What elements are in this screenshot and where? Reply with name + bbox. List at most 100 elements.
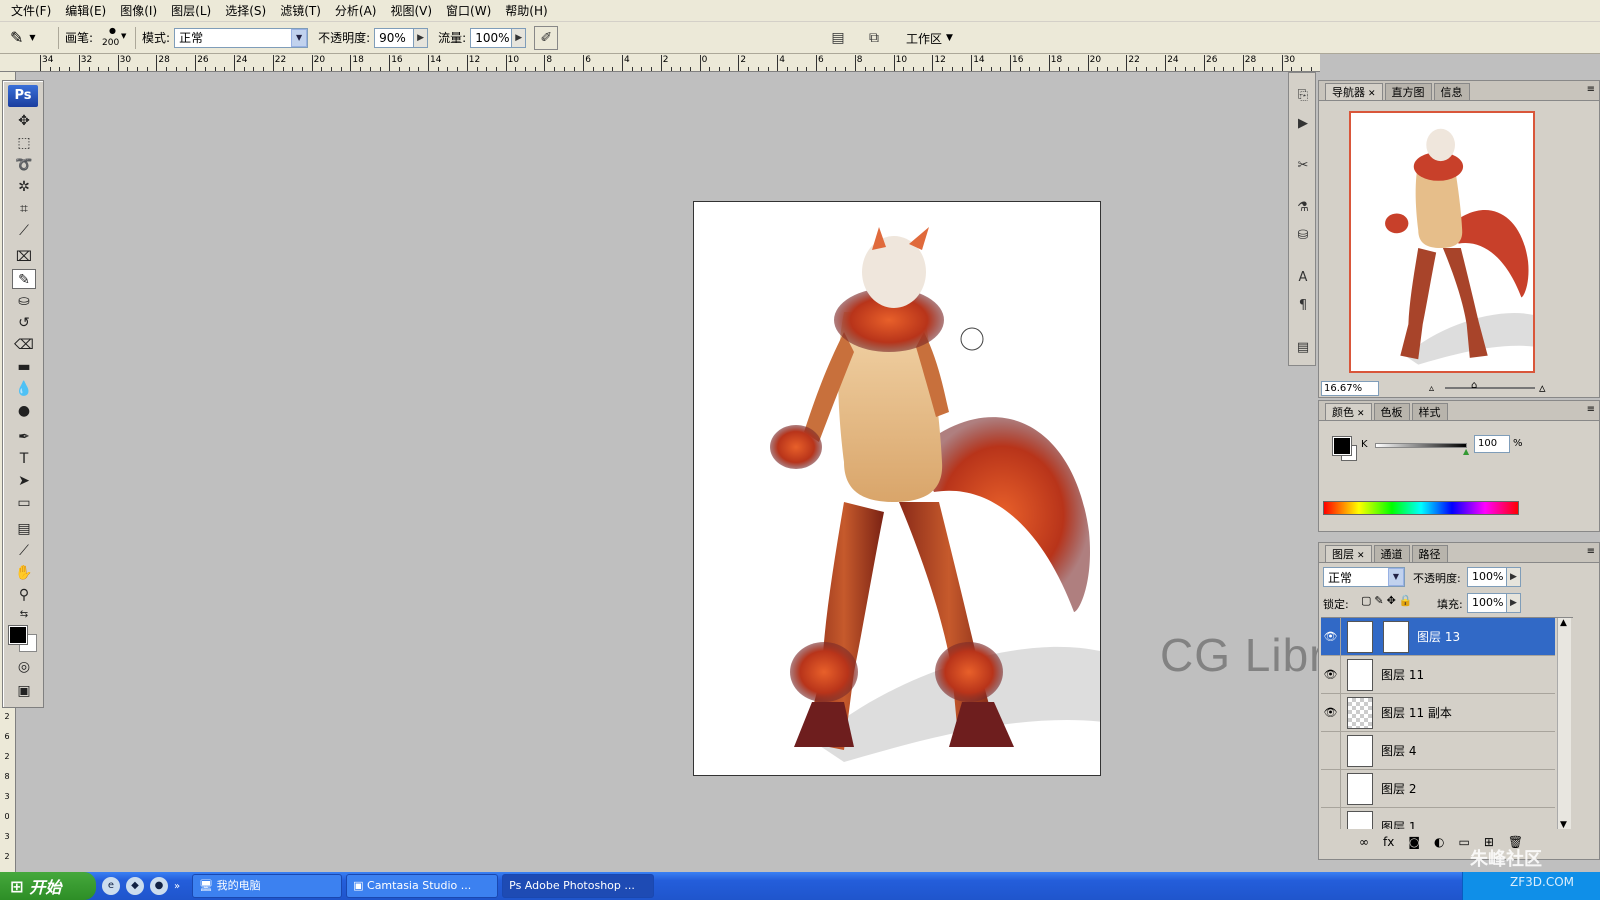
menu-select[interactable]: 选择(S) bbox=[218, 0, 273, 22]
tab-swatches[interactable]: 色板 bbox=[1373, 403, 1410, 420]
menu-edit[interactable]: 编辑(E) bbox=[58, 0, 113, 22]
layer-row[interactable]: 👁 图层 11 副本 bbox=[1321, 693, 1555, 732]
dodge-tool[interactable]: ● bbox=[12, 401, 36, 421]
k-slider[interactable] bbox=[1375, 443, 1467, 448]
paragraph-panel-button[interactable]: ¶ bbox=[1292, 295, 1314, 317]
tab-histogram[interactable]: 直方图 bbox=[1384, 83, 1432, 100]
slider-handle[interactable]: ⌂ bbox=[1471, 380, 1477, 391]
add-mask-icon[interactable]: ◙ bbox=[1408, 835, 1420, 849]
magic-wand-tool[interactable]: ✲ bbox=[12, 177, 36, 197]
eraser-tool[interactable]: ⌫ bbox=[12, 335, 36, 355]
eye-icon[interactable]: 👁 bbox=[1321, 693, 1341, 732]
history-panel-button[interactable]: ⎘ bbox=[1292, 85, 1314, 107]
bridge-button[interactable]: ⧉ bbox=[862, 26, 886, 50]
tool-preset-picker[interactable]: ✎ ▼ bbox=[0, 22, 52, 54]
workspace-menu[interactable]: 工作区 ▼ bbox=[906, 27, 953, 49]
layer-row[interactable]: 👁 图层 13 bbox=[1321, 618, 1555, 656]
new-group-icon[interactable]: ▭ bbox=[1458, 835, 1469, 849]
type-tool[interactable]: T bbox=[12, 449, 36, 469]
history-brush-tool[interactable]: ↺ bbox=[12, 313, 36, 333]
crop-tool[interactable]: ⌗ bbox=[12, 199, 36, 219]
healing-brush-tool[interactable]: ⌧ bbox=[12, 247, 36, 267]
menu-view[interactable]: 视图(V) bbox=[383, 0, 439, 22]
lasso-tool[interactable]: ➰ bbox=[12, 155, 36, 175]
lock-icons[interactable]: ▢✎✥🔒 bbox=[1361, 594, 1416, 607]
quicklaunch-icon[interactable]: ◆ bbox=[126, 877, 144, 895]
link-layers-icon[interactable]: ∞ bbox=[1359, 835, 1369, 849]
zoom-input[interactable]: 16.67% bbox=[1321, 380, 1379, 396]
color-ramp[interactable] bbox=[1323, 501, 1519, 515]
opacity-slider-toggle[interactable]: ▶ bbox=[414, 27, 429, 48]
slice-tool[interactable]: ⟋ bbox=[12, 221, 36, 241]
menu-filter[interactable]: 滤镜(T) bbox=[273, 0, 328, 22]
mode-select[interactable]: 正常 ▼ bbox=[174, 27, 309, 48]
zoom-in-icon[interactable]: ▵ bbox=[1539, 381, 1546, 396]
task-camtasia[interactable]: ▣ Camtasia Studio ... bbox=[346, 874, 499, 898]
layer-opacity-toggle[interactable]: ▶ bbox=[1507, 567, 1521, 587]
panel-menu-icon[interactable]: ≡ bbox=[1587, 84, 1595, 95]
shape-tool[interactable]: ▭ bbox=[12, 493, 36, 513]
close-icon[interactable]: ✕ bbox=[1357, 409, 1365, 419]
layer-mask-thumbnail[interactable] bbox=[1383, 620, 1409, 653]
opacity-input[interactable]: 90% bbox=[374, 27, 415, 48]
scroll-down-icon[interactable]: ▼ bbox=[1560, 820, 1567, 829]
brushes-panel-button[interactable]: ⚗ bbox=[1292, 197, 1314, 219]
ruler-horizontal[interactable]: 34 32 30 28 26 24 22 20 18 16 14 12 10 8 6 4 2 0 2 4 6 8 10 12 1… bbox=[0, 54, 1320, 72]
ps-logo[interactable]: Ps bbox=[8, 85, 38, 107]
menu-layer[interactable]: 图层(L) bbox=[164, 0, 218, 22]
foreground-color-chip[interactable] bbox=[1332, 436, 1352, 456]
zoom-out-icon[interactable]: ▵ bbox=[1429, 383, 1434, 394]
foreground-color-swatch[interactable] bbox=[8, 625, 28, 645]
layer-opacity-input[interactable]: 100% bbox=[1467, 567, 1507, 587]
tool-presets-button[interactable]: ✂ bbox=[1292, 155, 1314, 177]
hand-tool[interactable]: ✋ bbox=[12, 563, 36, 583]
tab-styles[interactable]: 样式 bbox=[1411, 403, 1448, 420]
eye-icon[interactable]: 👁 bbox=[1321, 655, 1341, 694]
tab-layers[interactable]: 图层 ✕ bbox=[1325, 545, 1372, 562]
notes-tool[interactable]: ▤ bbox=[12, 519, 36, 539]
pen-tool[interactable]: ✒ bbox=[12, 427, 36, 447]
task-photoshop[interactable]: Ps Adobe Photoshop ... bbox=[502, 874, 655, 898]
clone-stamp-tool[interactable]: ⛀ bbox=[12, 291, 36, 311]
flow-slider-toggle[interactable]: ▶ bbox=[512, 27, 527, 48]
fx-icon[interactable]: fx bbox=[1383, 835, 1394, 849]
task-my-computer[interactable]: 🖥 我的电脑 bbox=[192, 874, 343, 898]
tab-navigator[interactable]: 导航器 ✕ bbox=[1325, 83, 1383, 100]
media-icon[interactable]: ● bbox=[150, 877, 168, 895]
chevron-right-icon[interactable]: » bbox=[174, 881, 180, 892]
eyedropper-tool[interactable]: ⟋ bbox=[12, 541, 36, 561]
menu-file[interactable]: 文件(F) bbox=[4, 0, 58, 22]
menu-analysis[interactable]: 分析(A) bbox=[328, 0, 384, 22]
eye-icon[interactable]: 👁 bbox=[1321, 618, 1341, 656]
move-tool[interactable]: ✥ bbox=[12, 111, 36, 131]
actions-panel-button[interactable]: ▶ bbox=[1292, 113, 1314, 135]
menu-image[interactable]: 图像(I) bbox=[113, 0, 164, 22]
tab-channels[interactable]: 通道 bbox=[1373, 545, 1410, 562]
k-value-input[interactable]: 100 bbox=[1474, 435, 1510, 453]
layers-scrollbar[interactable]: ▲ ▼ bbox=[1557, 618, 1571, 829]
visibility-toggle[interactable] bbox=[1321, 731, 1341, 770]
close-icon[interactable]: ✕ bbox=[1368, 89, 1376, 99]
gradient-tool[interactable]: ▬ bbox=[12, 357, 36, 377]
start-button[interactable]: ⊞ 开始 bbox=[0, 872, 96, 900]
layer-comps-button[interactable]: ▤ bbox=[1292, 337, 1314, 359]
marquee-tool[interactable]: ⬚ bbox=[12, 133, 36, 153]
layer-row[interactable]: 图层 2 bbox=[1321, 769, 1555, 808]
palette-well-button[interactable]: ▤ bbox=[826, 26, 850, 50]
navigator-preview[interactable] bbox=[1349, 111, 1535, 373]
airbrush-button[interactable]: ✐ bbox=[534, 25, 559, 50]
tab-color[interactable]: 颜色 ✕ bbox=[1325, 403, 1372, 420]
character-panel-button[interactable]: A bbox=[1292, 267, 1314, 289]
visibility-toggle[interactable] bbox=[1321, 807, 1341, 829]
menu-window[interactable]: 窗口(W) bbox=[439, 0, 498, 22]
layer-row[interactable]: 图层 4 bbox=[1321, 731, 1555, 770]
zoom-tool[interactable]: ⚲ bbox=[12, 585, 36, 605]
layer-row[interactable]: 图层 1 bbox=[1321, 807, 1555, 829]
tab-info[interactable]: 信息 bbox=[1433, 83, 1470, 100]
layer-row[interactable]: 👁 图层 11 bbox=[1321, 655, 1555, 694]
screen-mode-button[interactable]: ▣ bbox=[12, 681, 36, 701]
brush-tool[interactable]: ✎ bbox=[12, 269, 36, 289]
slider-handle[interactable]: ▲ bbox=[1463, 447, 1469, 456]
zoom-slider[interactable] bbox=[1445, 387, 1535, 389]
brush-picker[interactable]: ● 200 ▼ bbox=[99, 24, 129, 52]
